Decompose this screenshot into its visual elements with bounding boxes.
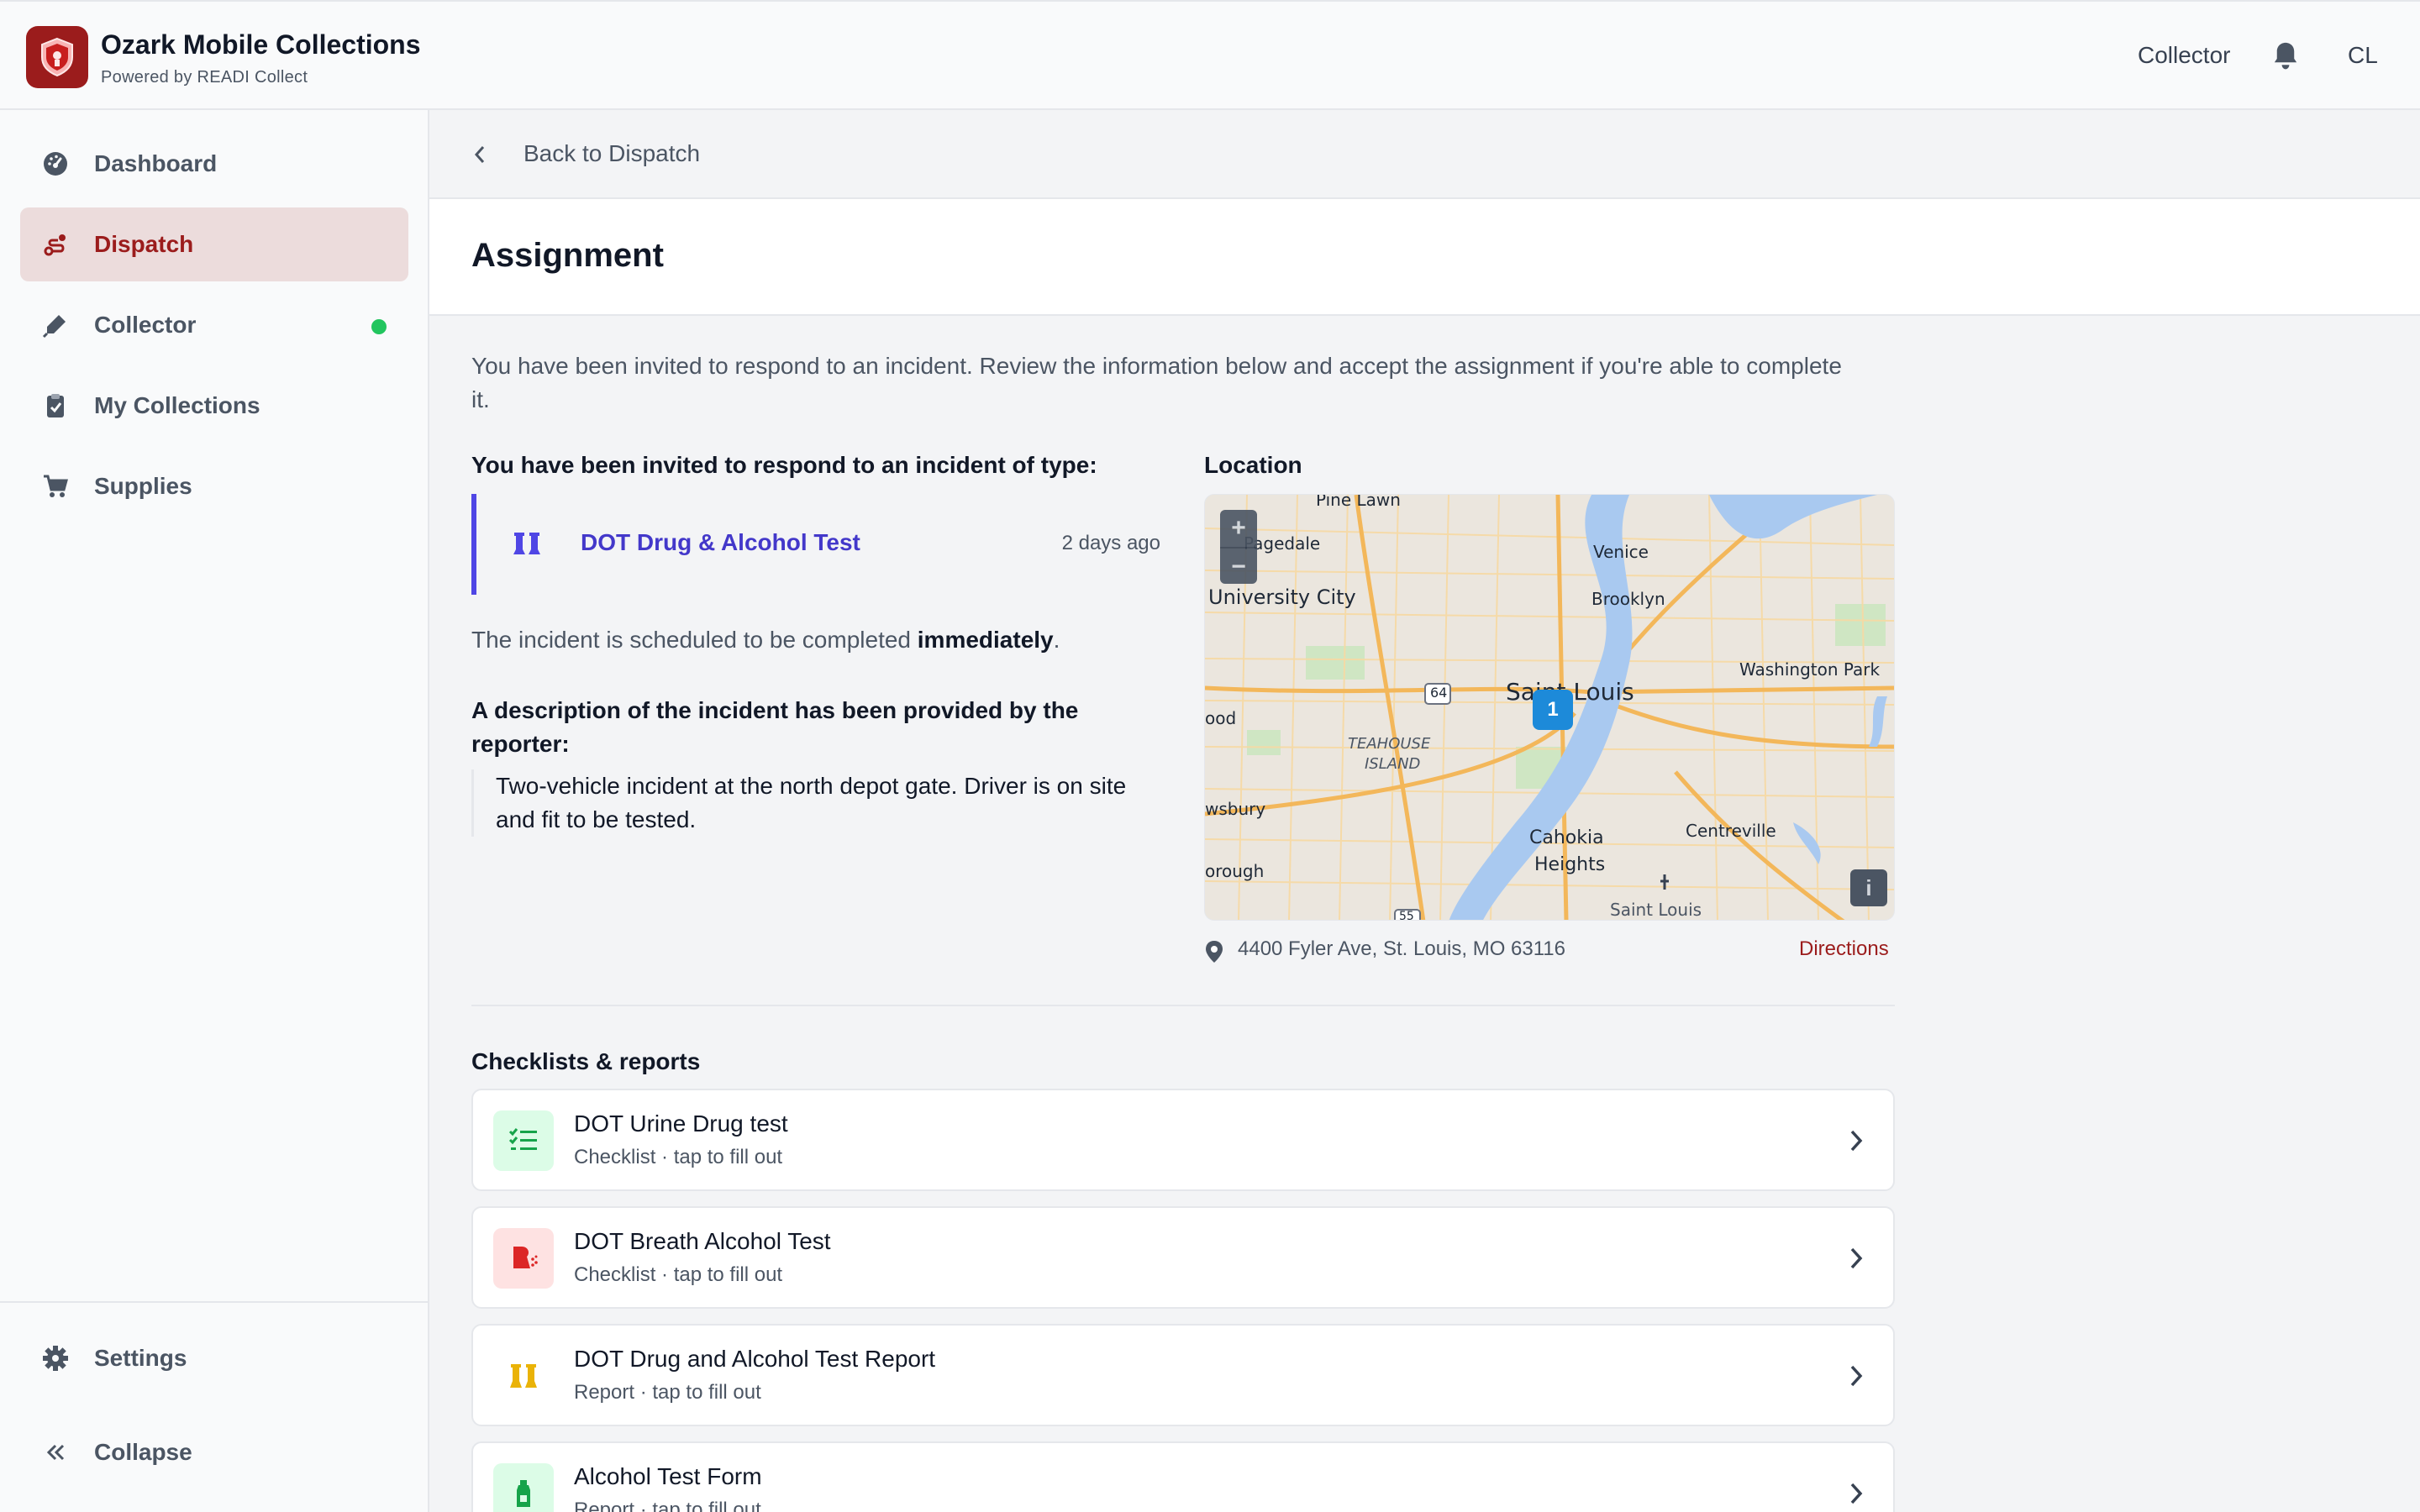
sidebar-item-label: Supplies [94,473,192,499]
online-status-dot [371,319,387,334]
map-label: Brooklyn [1591,589,1665,609]
cart-icon [44,475,68,497]
assignment-content: You have been invited to respond to an i… [429,316,2420,1512]
collapse-label: Collapse [94,1439,192,1465]
role-switcher[interactable]: Collector [2138,42,2230,69]
incident-type-heading: You have been invited to respond to an i… [471,452,1097,478]
report-title: DOT Drug and Alcohol Test Report [574,1346,936,1372]
sidebar-item-my-collections[interactable]: My Collections [20,369,408,443]
incident-type-card: DOT Drug & Alcohol Test 2 days ago [471,494,1160,595]
checklist-title: DOT Breath Alcohol Test [574,1228,831,1254]
flask-icon [513,533,540,554]
checklist-item-urine-drug-test[interactable]: DOT Urine Drug test Checklist · tap to f… [471,1089,1895,1191]
bottle-icon [493,1463,554,1512]
back-bar: Back to Dispatch [429,110,2420,199]
zoom-out-button[interactable]: − [1220,547,1257,584]
map-label: University City [1208,585,1356,609]
location-pin-icon [1206,941,1223,963]
map-label: TEAHOUSE [1348,735,1431,753]
sidebar-item-supplies[interactable]: Supplies [20,449,408,523]
report-item-drug-alcohol-test-report[interactable]: DOT Drug and Alcohol Test Report Report … [471,1324,1895,1426]
map-label: ISLAND [1365,755,1421,773]
map-label: wsbury [1205,799,1266,819]
list-check-icon [493,1110,554,1171]
sidebar-item-dispatch[interactable]: Dispatch [20,207,408,281]
app-logo[interactable] [26,26,88,88]
sidebar: Dashboard Dispatch Collector My Collecti… [0,110,429,1512]
page-title: Assignment [471,237,664,274]
zoom-in-button[interactable]: + [1220,510,1257,547]
schedule-text: The incident is scheduled to be complete… [471,627,1060,654]
schedule-emphasis: immediately [917,627,1054,653]
avatar[interactable]: CL [2348,42,2378,69]
chevron-right-icon [1850,1130,1863,1152]
sidebar-item-dashboard[interactable]: Dashboard [20,127,408,201]
incident-time-ago: 2 days ago [1061,532,1160,554]
map-label: Heights [1534,854,1606,875]
checklist-title: DOT Urine Drug test [574,1110,788,1137]
map-label: 55 [1399,910,1414,921]
flask-icon [493,1346,554,1406]
map-info-button[interactable]: i [1850,869,1887,906]
chevron-right-icon [1850,1483,1863,1504]
double-chevron-left-icon [46,1444,65,1461]
page-title-bar: Assignment [429,199,2420,316]
chevron-right-icon [1850,1247,1863,1269]
chevron-left-icon[interactable] [471,142,488,167]
map-label: 64 [1430,685,1448,701]
map-label: Pine Lawn [1316,494,1401,510]
report-subtitle: Report · tap to fill out [574,1499,761,1512]
section-divider [471,1005,1895,1006]
sidebar-divider [0,1301,428,1303]
chevron-right-icon [1850,1365,1863,1387]
map-label: Centreville [1686,821,1776,841]
notifications-bell-icon[interactable] [2270,40,2301,76]
collector-icon [42,315,66,339]
gear-icon [43,1346,68,1371]
dashboard-icon [44,152,67,176]
back-to-dispatch-link[interactable]: Back to Dispatch [523,140,700,167]
collapse-sidebar-button[interactable]: Collapse [20,1415,408,1489]
settings-label: Settings [94,1345,187,1371]
map-label: Venice [1593,542,1649,562]
shield-logo-icon [41,37,73,77]
breath-icon [493,1228,554,1289]
schedule-prefix: The incident is scheduled to be complete… [471,627,918,653]
sidebar-item-label: Dispatch [94,231,194,257]
location-heading: Location [1204,452,1302,478]
sidebar-item-settings[interactable]: Settings [20,1321,408,1395]
map-label: Cahokia [1529,827,1604,848]
report-subtitle: Report · tap to fill out [574,1381,761,1404]
map-marker[interactable]: 1 [1533,690,1573,730]
sidebar-item-label: My Collections [94,392,260,418]
checklist-subtitle: Checklist · tap to fill out [574,1263,783,1286]
dispatch-icon [44,234,66,256]
schedule-suffix: . [1053,627,1060,653]
map-label: Saint Louis [1610,900,1702,920]
location-map[interactable]: Pine Lawn Pagedale University City Venic… [1204,494,1895,921]
intro-text: You have been invited to respond to an i… [471,353,1842,412]
map-label: ood [1205,708,1237,728]
map-zoom-control: + − [1220,510,1257,584]
map-label: Washington Park [1739,659,1881,680]
sidebar-item-label: Collector [94,312,197,338]
description-heading: A description of the incident has been p… [471,697,1079,757]
directions-link[interactable]: Directions [1799,937,1889,961]
app-header: Ozark Mobile Collections Powered by READ… [0,0,2420,110]
report-title: Alcohol Test Form [574,1463,762,1489]
sidebar-item-collector[interactable]: Collector [20,288,408,362]
app-subtitle: Powered by READI Collect [101,68,308,87]
clipboard-icon [47,394,64,417]
checklists-heading: Checklists & reports [471,1048,701,1074]
app-title: Ozark Mobile Collections [101,29,421,60]
checklist-subtitle: Checklist · tap to fill out [574,1146,783,1168]
report-item-alcohol-test-form[interactable]: Alcohol Test Form Report · tap to fill o… [471,1441,1895,1512]
map-label: orough [1205,861,1265,881]
incident-type-label: DOT Drug & Alcohol Test [581,529,860,555]
incident-description: Two-vehicle incident at the north depot … [471,769,1160,837]
checklist-item-breath-alcohol-test[interactable]: DOT Breath Alcohol Test Checklist · tap … [471,1206,1895,1309]
sidebar-item-label: Dashboard [94,150,218,176]
location-address: 4400 Fyler Ave, St. Louis, MO 63116 [1238,937,1565,960]
